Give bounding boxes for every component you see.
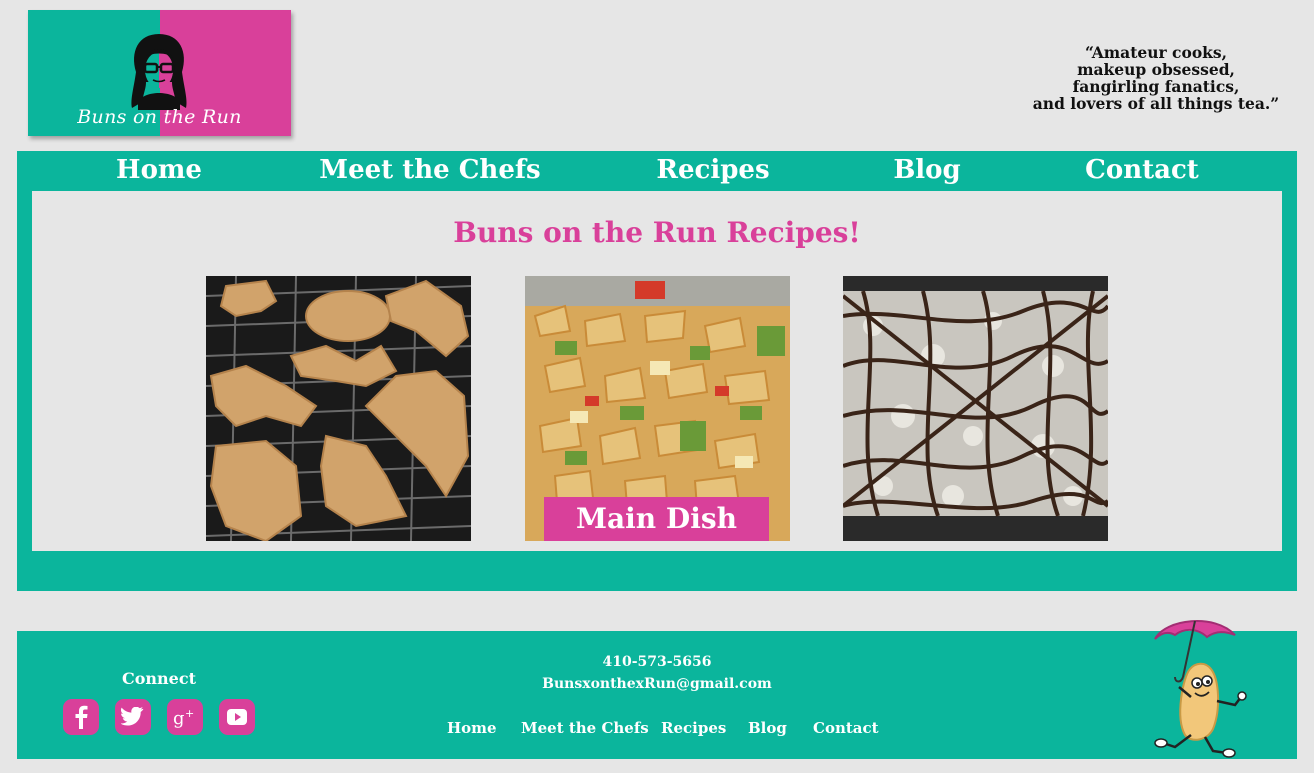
recipe-card-dessert[interactable]	[843, 276, 1108, 541]
footer-nav-meet-the-chefs[interactable]: Meet the Chefs	[521, 719, 649, 737]
card-label-main-dish[interactable]: Main Dish	[544, 497, 769, 541]
footer: Connect g + 410-573-5656 BunsxonthexRun@…	[17, 620, 1297, 759]
chocolate-bars-photo	[843, 276, 1108, 541]
footer-nav-blog[interactable]: Blog	[748, 719, 787, 737]
footer-email[interactable]: BunsxonthexRun@gmail.com	[457, 676, 857, 692]
footer-nav-contact[interactable]: Contact	[813, 719, 879, 737]
connect-label: Connect	[122, 669, 196, 688]
tagline: “Amateur cooks, makeup obsessed, fangirl…	[1020, 44, 1292, 112]
nav-meet-the-chefs[interactable]: Meet the Chefs	[319, 155, 540, 185]
bun-mascot-umbrella-icon	[1154, 620, 1247, 758]
nav-recipes[interactable]: Recipes	[656, 155, 769, 185]
google-plus-icon[interactable]: g +	[167, 699, 203, 735]
footer-nav-home[interactable]: Home	[447, 719, 497, 737]
nav-home[interactable]: Home	[116, 155, 202, 185]
logo-text: Buns on the Run	[77, 106, 242, 128]
main-panel: Home Meet the Chefs Recipes Blog Contact…	[17, 151, 1297, 591]
cookies-photo	[206, 276, 471, 541]
chef-face-icon	[131, 34, 187, 110]
tagline-line: “Amateur cooks,	[1084, 43, 1228, 62]
nav-blog[interactable]: Blog	[893, 155, 960, 185]
tagline-line: and lovers of all things tea.”	[1032, 94, 1280, 113]
facebook-icon[interactable]	[63, 699, 99, 735]
youtube-icon[interactable]	[219, 699, 255, 735]
page-title: Buns on the Run Recipes!	[453, 216, 861, 249]
tagline-line: makeup obsessed,	[1077, 60, 1235, 79]
main-nav: Home Meet the Chefs Recipes Blog Contact	[17, 151, 1297, 191]
footer-phone: 410-573-5656	[602, 654, 712, 670]
footer-nav-recipes[interactable]: Recipes	[661, 719, 726, 737]
tagline-line: fangirling fanatics,	[1072, 77, 1240, 96]
recipes-content: Buns on the Run Recipes! Main Dish	[32, 191, 1282, 551]
svg-text:+: +	[185, 707, 194, 720]
recipe-card-cookies[interactable]	[206, 276, 471, 541]
nav-contact[interactable]: Contact	[1085, 155, 1199, 185]
twitter-icon[interactable]	[115, 699, 151, 735]
recipe-card-main-dish[interactable]: Main Dish	[525, 276, 790, 541]
svg-text:g: g	[173, 708, 185, 728]
site-logo[interactable]: Buns on the Run	[28, 10, 291, 136]
